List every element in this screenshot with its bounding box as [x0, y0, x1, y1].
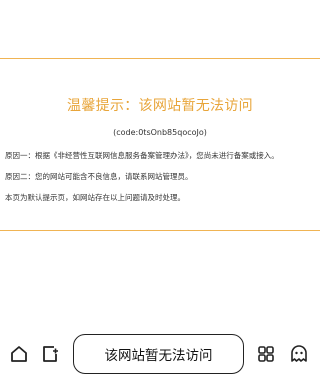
reason-3: 本页为默认提示页，如网站存在以上问题请及时处理。	[5, 193, 185, 202]
notice-title: 温馨提示：该网站暂无法访问	[67, 98, 253, 114]
tabs-icon[interactable]	[40, 343, 62, 365]
reason-1: 原因一：根据《非经营性互联网信息服务备案管理办法》，您尚未进行备案或接入。	[5, 151, 279, 160]
apps-icon[interactable]	[255, 343, 277, 365]
url-bar-title[interactable]: 该网站暂无法访问	[73, 334, 244, 374]
error-code: (code:0tsOnb85qocoJo)	[113, 128, 207, 137]
reason-2: 原因二：您的网站可能含不良信息，请联系网站管理员。	[5, 172, 193, 181]
home-icon[interactable]	[8, 343, 30, 365]
ghost-icon[interactable]	[288, 343, 310, 365]
browser-bottom-toolbar: 该网站暂无法访问	[0, 333, 320, 377]
notice-panel: 温馨提示：该网站暂无法访问 (code:0tsOnb85qocoJo) 原因一：…	[0, 58, 320, 231]
